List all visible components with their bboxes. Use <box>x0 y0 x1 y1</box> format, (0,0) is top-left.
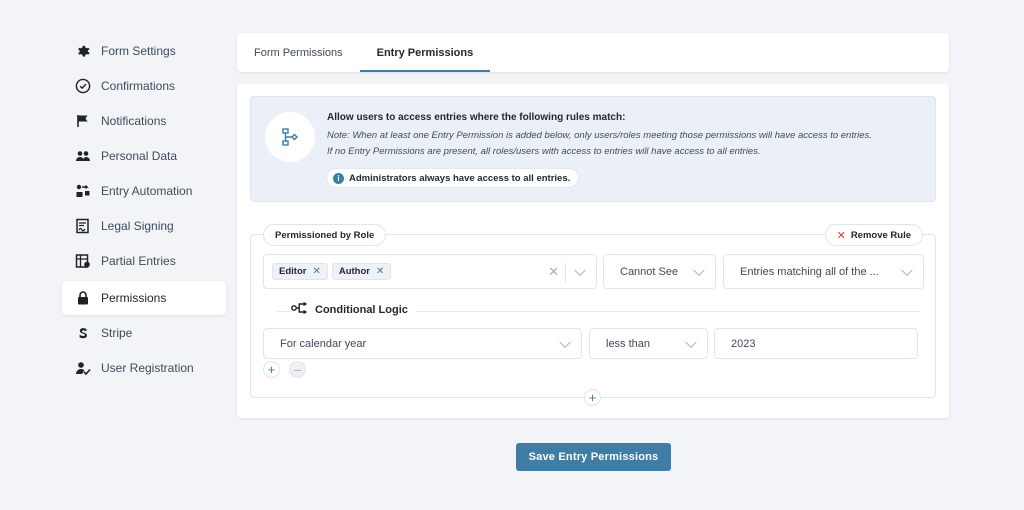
info-icon: i <box>333 172 344 184</box>
sidebar-item-label: Form Settings <box>101 43 176 58</box>
sidebar-item-legal-signing[interactable]: Legal Signing <box>62 208 226 243</box>
role-tag-label: Author <box>338 266 370 277</box>
lock-icon <box>75 290 91 306</box>
clear-all-icon[interactable]: ✕ <box>548 264 559 280</box>
sidebar-item-permissions[interactable]: Permissions <box>62 281 226 315</box>
remove-condition-button[interactable]: – <box>289 361 306 378</box>
remove-tag-icon[interactable]: ✕ <box>312 266 320 277</box>
sidebar-item-notifications[interactable]: Notifications <box>62 103 226 138</box>
sidebar-item-confirmations[interactable]: Confirmations <box>62 68 226 103</box>
tab-form-permissions[interactable]: Form Permissions <box>237 33 360 72</box>
match-value: Entries matching all of the ... <box>740 265 879 278</box>
flag-icon <box>75 113 91 129</box>
permission-tabs: Form Permissions Entry Permissions <box>237 33 949 72</box>
sidebar-item-label: Permissions <box>101 291 167 305</box>
visibility-value: Cannot See <box>620 265 679 278</box>
admin-access-badge: i Administrators always have access to a… <box>326 168 580 188</box>
role-tag-author: Author ✕ <box>331 263 392 280</box>
sidebar-item-label: Entry Automation <box>101 183 193 198</box>
chevron-down-icon <box>574 264 586 276</box>
users-icon <box>75 148 91 164</box>
role-tag-editor: Editor ✕ <box>272 263 328 280</box>
gear-icon <box>75 43 91 59</box>
flow-rules-icon <box>265 112 315 162</box>
signature-icon <box>75 218 91 234</box>
divider <box>565 263 566 282</box>
user-check-icon <box>75 360 91 376</box>
close-icon: ✕ <box>836 229 846 242</box>
condition-operator-select[interactable]: less than <box>589 328 708 359</box>
sidebar-item-user-registration[interactable]: User Registration <box>62 350 226 385</box>
chevron-down-icon <box>685 336 697 348</box>
partial-entries-icon <box>75 253 91 269</box>
role-tag-label: Editor <box>279 266 307 277</box>
info-callout: Allow users to access entries where the … <box>250 96 936 202</box>
condition-field-value: For calendar year <box>280 337 367 350</box>
sidebar-item-stripe[interactable]: Stripe <box>62 315 226 350</box>
info-note-line: Note: When at least one Entry Permission… <box>327 130 872 141</box>
stripe-icon <box>75 325 91 341</box>
condition-field-select[interactable]: For calendar year <box>263 328 582 359</box>
remove-tag-icon[interactable]: ✕ <box>376 266 384 277</box>
info-title: Allow users to access entries where the … <box>327 112 626 123</box>
tab-entry-permissions[interactable]: Entry Permissions <box>359 33 491 72</box>
sidebar-item-partial-entries[interactable]: Partial Entries <box>62 243 226 278</box>
info-note: Note: When at least one Entry Permission… <box>327 128 927 160</box>
conditional-logic-label: Conditional Logic <box>315 303 408 316</box>
remove-rule-label: Remove Rule <box>850 229 911 241</box>
remove-rule-button[interactable]: ✕ Remove Rule <box>824 224 923 246</box>
chevron-down-icon <box>901 264 913 276</box>
sidebar-item-entry-automation[interactable]: Entry Automation <box>62 173 226 208</box>
sidebar-item-personal-data[interactable]: Personal Data <box>62 138 226 173</box>
tab-label: Form Permissions <box>254 46 343 59</box>
sidebar-item-label: Partial Entries <box>101 253 176 268</box>
entry-permissions-panel: Allow users to access entries where the … <box>237 84 949 418</box>
chevron-down-icon <box>693 264 705 276</box>
tab-label: Entry Permissions <box>376 46 474 59</box>
info-note-line: If no Entry Permissions are present, all… <box>327 146 761 157</box>
sidebar-item-label: Personal Data <box>101 148 178 163</box>
add-condition-button[interactable]: + <box>263 361 280 378</box>
sidebar-item-label: Notifications <box>101 113 167 128</box>
conditional-logic-heading: Conditional Logic <box>291 301 416 317</box>
condition-value-input[interactable]: 2023 <box>714 328 918 359</box>
chevron-down-icon <box>559 336 571 348</box>
add-rule-button[interactable]: + <box>584 389 601 406</box>
check-circle-icon <box>75 78 91 94</box>
roles-multiselect[interactable]: Editor ✕ Author ✕ ✕ <box>263 254 597 289</box>
rule-title: Permissioned by Role <box>263 224 387 246</box>
conditional-logic-icon <box>291 301 309 317</box>
sidebar-item-label: Confirmations <box>101 78 176 93</box>
save-entry-permissions-button[interactable]: Save Entry Permissions <box>516 443 671 471</box>
match-select[interactable]: Entries matching all of the ... <box>723 254 924 289</box>
condition-value-text: 2023 <box>731 337 756 350</box>
sidebar-item-form-settings[interactable]: Form Settings <box>62 33 226 68</box>
sidebar-item-label: User Registration <box>101 360 194 375</box>
visibility-select[interactable]: Cannot See <box>603 254 716 289</box>
condition-operator-value: less than <box>606 337 651 350</box>
sidebar-item-label: Stripe <box>101 325 133 340</box>
permission-rule: Permissioned by Role ✕ Remove Rule Edito… <box>250 224 936 398</box>
admin-access-text: Administrators always have access to all… <box>349 172 571 184</box>
automation-icon <box>75 183 91 199</box>
sidebar-item-label: Legal Signing <box>101 218 174 233</box>
